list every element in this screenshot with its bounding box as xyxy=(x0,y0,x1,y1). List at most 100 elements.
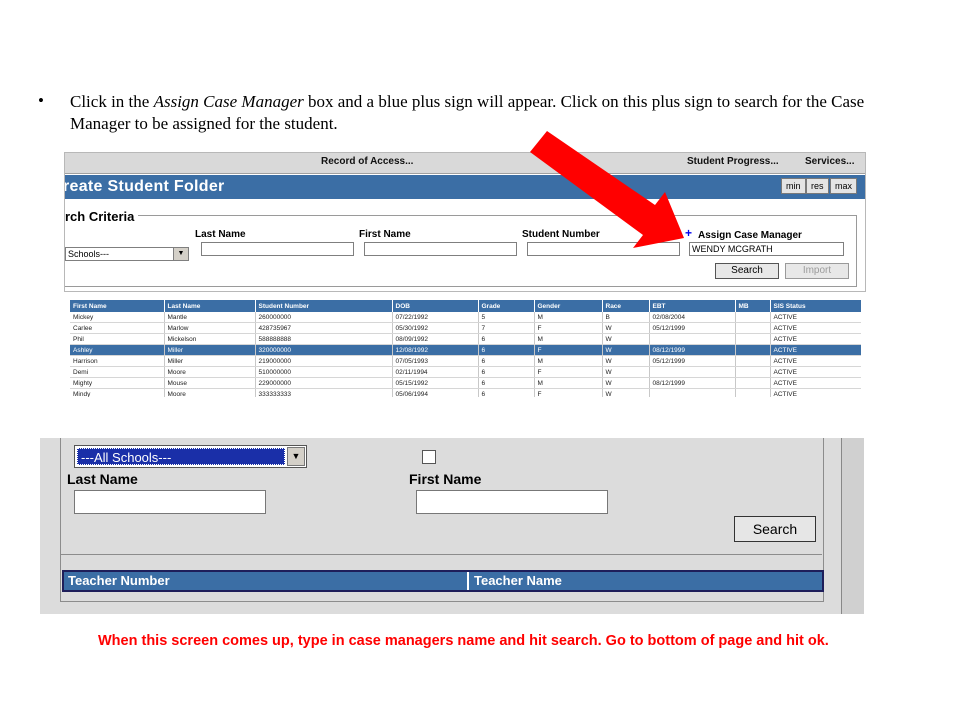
column-header[interactable]: Gender xyxy=(534,300,603,312)
table-cell: 5 xyxy=(478,312,535,323)
table-cell: M xyxy=(534,312,603,323)
table-cell: B xyxy=(602,312,650,323)
table-row[interactable]: Mindy Moore 333333333 05/06/1994 6 F W ACTIVE xyxy=(70,388,861,397)
table-cell: Mickey xyxy=(70,312,165,323)
table-cell: F xyxy=(534,388,603,397)
table-cell: F xyxy=(534,344,603,356)
table-cell: M xyxy=(534,377,603,389)
table-cell: 08/09/1992 xyxy=(392,333,479,345)
all-schools-select[interactable]: ---All Schools--- ▼ xyxy=(74,445,307,468)
teacher-last-name-input[interactable] xyxy=(74,490,266,514)
table-row[interactable]: Ashley Miller 320000000 12/08/1992 6 F W 08/12/… xyxy=(70,344,861,356)
table-cell: Moore xyxy=(164,366,256,378)
table-cell: Mouse xyxy=(164,377,256,389)
table-cell: F xyxy=(534,322,603,334)
table-cell: ACTIVE xyxy=(770,366,861,378)
table-cell: W xyxy=(602,322,650,334)
teacher-search-screenshot: ---All Schools--- ▼ Last Name First Name… xyxy=(40,438,864,614)
table-cell: 6 xyxy=(478,355,535,367)
table-row[interactable]: Carlee Marlow 428735967 05/30/1992 7 F W 05/12/… xyxy=(70,322,861,334)
table-cell xyxy=(735,355,771,367)
table-cell: 6 xyxy=(478,366,535,378)
table-cell: Ashley xyxy=(70,344,165,356)
table-cell: Miller xyxy=(164,344,256,356)
table-row[interactable]: Demi Moore 510000000 02/11/1994 6 F W ACTIVE xyxy=(70,366,861,378)
table-cell: 260000000 xyxy=(255,312,393,323)
table-cell: 6 xyxy=(478,344,535,356)
table-cell: W xyxy=(602,355,650,367)
table-cell xyxy=(735,377,771,389)
column-header[interactable]: Last Name xyxy=(164,300,256,312)
table-cell xyxy=(649,333,736,345)
table-cell: 229000000 xyxy=(255,377,393,389)
table-row[interactable]: Mickey Mantle 260000000 07/22/1992 5 M B 02/08/… xyxy=(70,312,861,323)
table-cell: F xyxy=(534,366,603,378)
column-header[interactable]: EBT xyxy=(649,300,736,312)
column-header[interactable]: Student Number xyxy=(255,300,393,312)
table-cell: W xyxy=(602,366,650,378)
teacher-last-name-label: Last Name xyxy=(67,471,138,487)
table-cell: Miller xyxy=(164,355,256,367)
student-results-screenshot: First Name Last Name Student Number DOB Grad… xyxy=(70,300,861,397)
table-cell: M xyxy=(534,333,603,345)
table-row[interactable]: Phil Mickelson 588888888 08/09/1992 6 M W ACTIV… xyxy=(70,333,861,345)
table-cell: 08/12/1999 xyxy=(649,377,736,389)
table-cell xyxy=(735,366,771,378)
table-cell: M xyxy=(534,355,603,367)
table-cell: 05/12/1999 xyxy=(649,355,736,367)
table-row[interactable]: Mighty Mouse 229000000 05/15/1992 6 M W 08/12/1… xyxy=(70,377,861,389)
table-cell xyxy=(649,366,736,378)
table-cell: 588888888 xyxy=(255,333,393,345)
chevron-down-icon[interactable]: ▼ xyxy=(287,447,305,466)
table-cell: 05/12/1999 xyxy=(649,322,736,334)
table-cell: ACTIVE xyxy=(770,377,861,389)
table-cell: ACTIVE xyxy=(770,388,861,397)
table-cell xyxy=(735,344,771,356)
column-header[interactable]: Race xyxy=(602,300,650,312)
table-cell: 7 xyxy=(478,322,535,334)
table-cell: Marlow xyxy=(164,322,256,334)
teacher-first-name-input[interactable] xyxy=(416,490,608,514)
table-cell xyxy=(735,333,771,345)
table-header-row: First Name Last Name Student Number DOB Grad… xyxy=(70,300,861,312)
table-cell: Carlee xyxy=(70,322,165,334)
vertical-scrollbar[interactable] xyxy=(841,438,864,614)
table-cell: W xyxy=(602,344,650,356)
column-header[interactable]: SIS Status xyxy=(770,300,861,312)
table-cell: Demi xyxy=(70,366,165,378)
divider xyxy=(60,554,822,555)
table-cell: 02/11/1994 xyxy=(392,366,479,378)
table-cell: 07/05/1993 xyxy=(392,355,479,367)
table-cell: ACTIVE xyxy=(770,322,861,334)
column-header[interactable]: Grade xyxy=(478,300,535,312)
table-cell: 428735967 xyxy=(255,322,393,334)
table-cell: 07/22/1992 xyxy=(392,312,479,323)
teacher-name-header[interactable]: Teacher Name xyxy=(474,573,562,588)
table-cell: ACTIVE xyxy=(770,344,861,356)
table-cell: 05/15/1992 xyxy=(392,377,479,389)
table-cell: 05/06/1994 xyxy=(392,388,479,397)
table-cell xyxy=(735,312,771,323)
table-cell: 08/12/1999 xyxy=(649,344,736,356)
teacher-table-header: Teacher Number Teacher Name xyxy=(62,570,824,592)
table-cell: 333333333 xyxy=(255,388,393,397)
student-results-table: First Name Last Name Student Number DOB Grad… xyxy=(70,300,861,397)
table-row[interactable]: Harrison Miller 219000000 07/05/1993 6 M W 05/1… xyxy=(70,355,861,367)
column-header[interactable]: First Name xyxy=(70,300,165,312)
table-cell: Harrison xyxy=(70,355,165,367)
checkbox[interactable] xyxy=(422,450,436,464)
table-cell: Mantle xyxy=(164,312,256,323)
table-cell: Mickelson xyxy=(164,333,256,345)
table-cell: 510000000 xyxy=(255,366,393,378)
table-cell: 6 xyxy=(478,377,535,389)
column-header[interactable]: DOB xyxy=(392,300,479,312)
table-cell: W xyxy=(602,388,650,397)
table-cell: 02/08/2004 xyxy=(649,312,736,323)
teacher-search-button[interactable]: Search xyxy=(734,516,816,542)
column-divider xyxy=(467,572,469,590)
table-cell: ACTIVE xyxy=(770,312,861,323)
column-header[interactable]: MB xyxy=(735,300,771,312)
instruction-note: When this screen comes up, type in case … xyxy=(98,633,829,649)
table-cell: 219000000 xyxy=(255,355,393,367)
teacher-number-header[interactable]: Teacher Number xyxy=(68,573,170,588)
